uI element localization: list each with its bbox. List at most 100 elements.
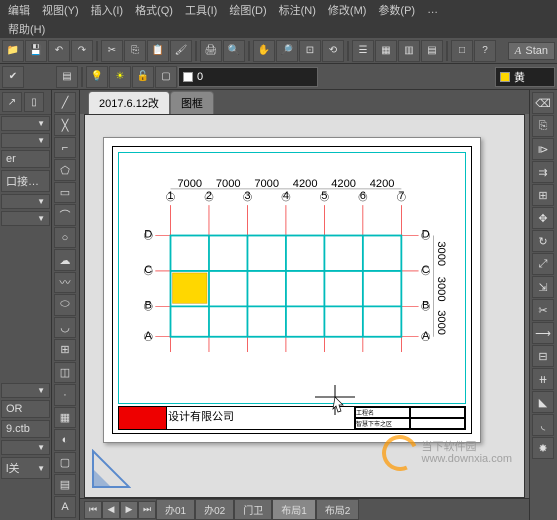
menu-help[interactable]: 帮助(H) bbox=[2, 19, 51, 39]
gradient-icon[interactable]: ◐ bbox=[54, 429, 76, 450]
panel-row-jie[interactable]: 口接… bbox=[1, 170, 50, 192]
menu-annotate[interactable]: 标注(N) bbox=[273, 0, 322, 20]
move-icon[interactable]: ✥ bbox=[532, 207, 554, 229]
pan-icon[interactable]: ✋ bbox=[253, 40, 275, 62]
layout-tab-b1[interactable]: 办01 bbox=[156, 499, 195, 520]
panel-row-er[interactable]: er bbox=[1, 150, 50, 168]
erase-icon[interactable]: ⌫ bbox=[532, 92, 554, 114]
extend-icon[interactable]: ⟶ bbox=[532, 322, 554, 344]
zoom-icon[interactable]: 🔎 bbox=[276, 40, 298, 62]
layer-sun-icon[interactable]: ☀ bbox=[109, 66, 131, 88]
redo-icon[interactable]: ↷ bbox=[71, 40, 93, 62]
text-style-dropdown[interactable]: A Stan bbox=[508, 42, 555, 60]
copy-icon[interactable]: ⎘ bbox=[124, 40, 146, 62]
panel-select-icon[interactable]: ▯ bbox=[24, 92, 44, 112]
panel-row-ctb[interactable]: 9.ctb bbox=[1, 420, 50, 438]
scale-icon[interactable]: ⤢ bbox=[532, 253, 554, 275]
insert-block-icon[interactable]: ⊞ bbox=[54, 339, 76, 360]
copy-obj-icon[interactable]: ⎘ bbox=[532, 115, 554, 137]
panel-pick-icon[interactable]: ↗ bbox=[2, 92, 22, 112]
polygon-icon[interactable]: ⬠ bbox=[54, 159, 76, 180]
block-icon[interactable]: □ bbox=[451, 40, 473, 62]
panel-row-2[interactable]: ▼ bbox=[1, 133, 50, 148]
xline-icon[interactable]: ╳ bbox=[54, 114, 76, 135]
layout-tab-b2[interactable]: 办02 bbox=[195, 499, 234, 520]
tab-drawing-2[interactable]: 图框 bbox=[170, 91, 214, 114]
spline-icon[interactable]: 〰 bbox=[54, 272, 76, 293]
menu-params[interactable]: 参数(P) bbox=[372, 0, 421, 20]
polyline-icon[interactable]: ⌐ bbox=[54, 137, 76, 158]
menu-format[interactable]: 格式(Q) bbox=[129, 0, 179, 20]
layer-color-icon[interactable]: ▢ bbox=[155, 66, 177, 88]
tab-nav-last-icon[interactable]: ⏭ bbox=[138, 501, 156, 519]
menu-tools[interactable]: 工具(I) bbox=[179, 0, 223, 20]
tab-nav-prev-icon[interactable]: ◀ bbox=[102, 501, 120, 519]
properties-icon[interactable]: ☰ bbox=[352, 40, 374, 62]
panel-row-1[interactable]: ▼ bbox=[1, 116, 50, 131]
cut-icon[interactable]: ✂ bbox=[101, 40, 123, 62]
stretch-icon[interactable]: ⇲ bbox=[532, 276, 554, 298]
layer-props-icon[interactable]: ✔ bbox=[2, 66, 24, 88]
color-dropdown[interactable]: 黄 bbox=[495, 67, 555, 87]
panel-row-6[interactable]: ▼ bbox=[1, 440, 50, 455]
menu-insert[interactable]: 插入(I) bbox=[85, 0, 129, 20]
tool-palette-icon[interactable]: ▥ bbox=[398, 40, 420, 62]
arc-icon[interactable]: ⌒ bbox=[54, 204, 76, 225]
rotate-icon[interactable]: ↻ bbox=[532, 230, 554, 252]
menu-edit[interactable]: 编辑 bbox=[2, 0, 36, 20]
revcloud-icon[interactable]: ☁ bbox=[54, 249, 76, 270]
watermark-name: 当下软件园 bbox=[422, 441, 512, 453]
menu-view[interactable]: 视图(Y) bbox=[36, 0, 85, 20]
rectangle-icon[interactable]: ▭ bbox=[54, 182, 76, 203]
paste-icon[interactable]: 📋 bbox=[147, 40, 169, 62]
break-icon[interactable]: ⊟ bbox=[532, 345, 554, 367]
tab-nav-next-icon[interactable]: ▶ bbox=[120, 501, 138, 519]
trim-icon[interactable]: ✂ bbox=[532, 299, 554, 321]
undo-icon[interactable]: ↶ bbox=[48, 40, 70, 62]
chamfer-icon[interactable]: ◣ bbox=[532, 391, 554, 413]
explode-icon[interactable]: ✸ bbox=[532, 437, 554, 459]
fillet-icon[interactable]: ◟ bbox=[532, 414, 554, 436]
layer-manager-icon[interactable]: ▤ bbox=[56, 66, 78, 88]
point-icon[interactable]: · bbox=[54, 384, 76, 405]
help-icon[interactable]: ? bbox=[474, 40, 496, 62]
preview-icon[interactable]: 🔍 bbox=[223, 40, 245, 62]
panel-row-5[interactable]: ▼ bbox=[1, 383, 50, 398]
region-icon[interactable]: ▢ bbox=[54, 452, 76, 473]
tab-nav-first-icon[interactable]: ⏮ bbox=[84, 501, 102, 519]
zoom-window-icon[interactable]: ⊡ bbox=[299, 40, 321, 62]
tab-drawing-1[interactable]: 2017.6.12改 bbox=[88, 91, 170, 114]
save-icon[interactable]: 💾 bbox=[25, 40, 47, 62]
paper-space-canvas[interactable]: 123 4567 DCBA DCBA 700070007000 42004200… bbox=[84, 114, 525, 498]
sheet-icon[interactable]: ▦ bbox=[375, 40, 397, 62]
layer-dropdown[interactable]: 0 bbox=[178, 67, 318, 87]
layout-tab-b3[interactable]: 门卫 bbox=[234, 499, 272, 520]
panel-row-or[interactable]: OR bbox=[1, 400, 50, 418]
table-icon[interactable]: ▤ bbox=[54, 474, 76, 495]
print-icon[interactable]: 🖨 bbox=[200, 40, 222, 62]
layer-lock-icon[interactable]: 🔓 bbox=[132, 66, 154, 88]
panel-row-guan[interactable]: l关▼ bbox=[1, 457, 50, 479]
calc-icon[interactable]: ▤ bbox=[421, 40, 443, 62]
menu-draw[interactable]: 绘图(D) bbox=[223, 0, 272, 20]
menu-modify[interactable]: 修改(M) bbox=[322, 0, 373, 20]
ellipse-icon[interactable]: ⬭ bbox=[54, 294, 76, 315]
match-icon[interactable]: 🖌 bbox=[170, 40, 192, 62]
layout-tab-b4[interactable]: 布局1 bbox=[272, 499, 316, 520]
ellipse-arc-icon[interactable]: ◡ bbox=[54, 317, 76, 338]
open-icon[interactable]: 📁 bbox=[2, 40, 24, 62]
layer-lightbulb-icon[interactable]: 💡 bbox=[86, 66, 108, 88]
join-icon[interactable]: ⧺ bbox=[532, 368, 554, 390]
layout-tab-b5[interactable]: 布局2 bbox=[316, 499, 360, 520]
array-icon[interactable]: ⊞ bbox=[532, 184, 554, 206]
zoom-prev-icon[interactable]: ⟲ bbox=[322, 40, 344, 62]
panel-row-4[interactable]: ▼ bbox=[1, 211, 50, 226]
line-icon[interactable]: ╱ bbox=[54, 92, 76, 113]
menu-more[interactable]: … bbox=[421, 2, 444, 18]
mirror-icon[interactable]: ⧐ bbox=[532, 138, 554, 160]
panel-row-3[interactable]: ▼ bbox=[1, 194, 50, 209]
make-block-icon[interactable]: ◫ bbox=[54, 362, 76, 383]
circle-icon[interactable]: ○ bbox=[54, 227, 76, 248]
hatch-icon[interactable]: ▦ bbox=[54, 407, 76, 428]
offset-icon[interactable]: ⇉ bbox=[532, 161, 554, 183]
